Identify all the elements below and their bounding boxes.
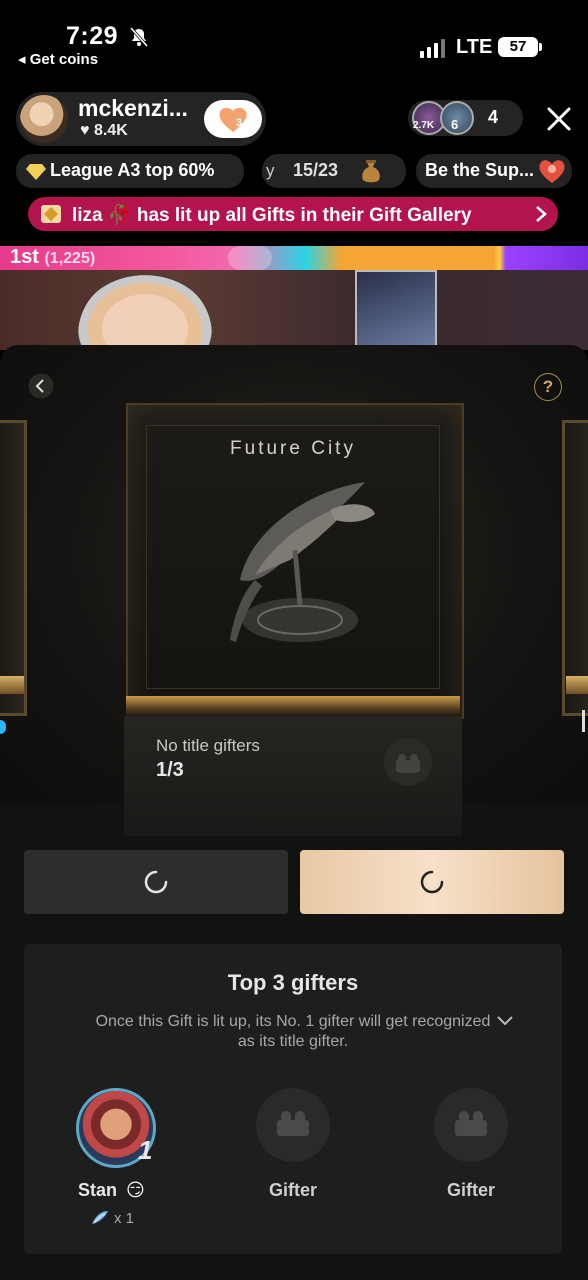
heart-icon [219, 107, 247, 132]
treasure-bag-icon [362, 160, 380, 183]
gifter-gift-count: x 1 [114, 1210, 135, 1227]
follow-badge: 3 [236, 117, 243, 129]
title-seat-badge [384, 738, 432, 786]
gifter-name[interactable]: Stan [78, 1180, 117, 1201]
help-icon[interactable]: ? [534, 373, 562, 401]
gift-name: Future City [230, 438, 356, 459]
back-to-app-link[interactable]: ◂ Get coins [18, 50, 98, 68]
host-avatar[interactable] [20, 95, 68, 143]
top-gifters-title: Top 3 gifters [227, 970, 359, 995]
viewer-badge: 6 [451, 117, 459, 132]
ranking-prefix: y [266, 161, 275, 180]
armchair-icon [455, 1111, 487, 1136]
spinner-icon [420, 870, 444, 894]
heart-gift-icon [539, 160, 565, 183]
viewer-count: 4 [488, 107, 499, 127]
future-city-gift-image [230, 482, 375, 642]
gift-gallery-banner-text: liza 🥀 has lit up all Gifts in their Gif… [72, 205, 472, 226]
ranking-position: 1st [10, 246, 39, 268]
league-label: League A3 top 60% [50, 160, 215, 180]
back-icon[interactable] [28, 373, 54, 399]
battery-indicator: 57 [498, 37, 542, 57]
top-gifters-description: Once this Gift is lit up, its No. 1 gift… [95, 1013, 491, 1050]
viewer-badge: 2.7K [413, 120, 435, 131]
status-time: 7:29 [66, 22, 119, 50]
title-gifter-progress: 1/3 [156, 759, 184, 781]
background-poster [355, 270, 437, 348]
case-light-floor [126, 696, 460, 716]
gift-icon [92, 1211, 108, 1224]
gifter-name: Gifter [446, 1180, 495, 1200]
case-base [0, 676, 24, 694]
next-gift-case[interactable] [562, 420, 588, 716]
armchair-icon [277, 1111, 309, 1136]
armchair-icon [396, 754, 420, 773]
previous-gift-case[interactable] [0, 420, 27, 716]
super-fan-label: Be the Sup... [425, 160, 535, 180]
host-name: mckenzi... [78, 95, 188, 121]
chevron-down-icon[interactable] [496, 1014, 514, 1028]
ranking-bar-marker [228, 246, 272, 270]
title-gifter-label: No title gifters [156, 736, 260, 755]
chevron-right-icon [536, 206, 547, 222]
edge-indicator [582, 710, 585, 732]
network-type: LTE [456, 36, 493, 58]
bell-muted-icon [129, 27, 149, 47]
host-likes: ♥ 8.4K [80, 122, 128, 139]
gifter-name: Gifter [268, 1180, 317, 1200]
spinner-icon [144, 870, 168, 894]
diamond-icon [26, 164, 46, 180]
ranking-score: (1,225) [44, 250, 96, 267]
gem-icon [41, 205, 61, 223]
close-icon[interactable] [544, 104, 574, 134]
signal-icon [420, 39, 445, 58]
gifter-rank: 1 [138, 1135, 153, 1165]
ranking-label: 15/23 [293, 160, 339, 180]
gifter-emoji: 😏 [126, 1180, 145, 1200]
case-base [566, 676, 588, 694]
ranking-bar-label: 1st (1,225) [10, 246, 95, 269]
